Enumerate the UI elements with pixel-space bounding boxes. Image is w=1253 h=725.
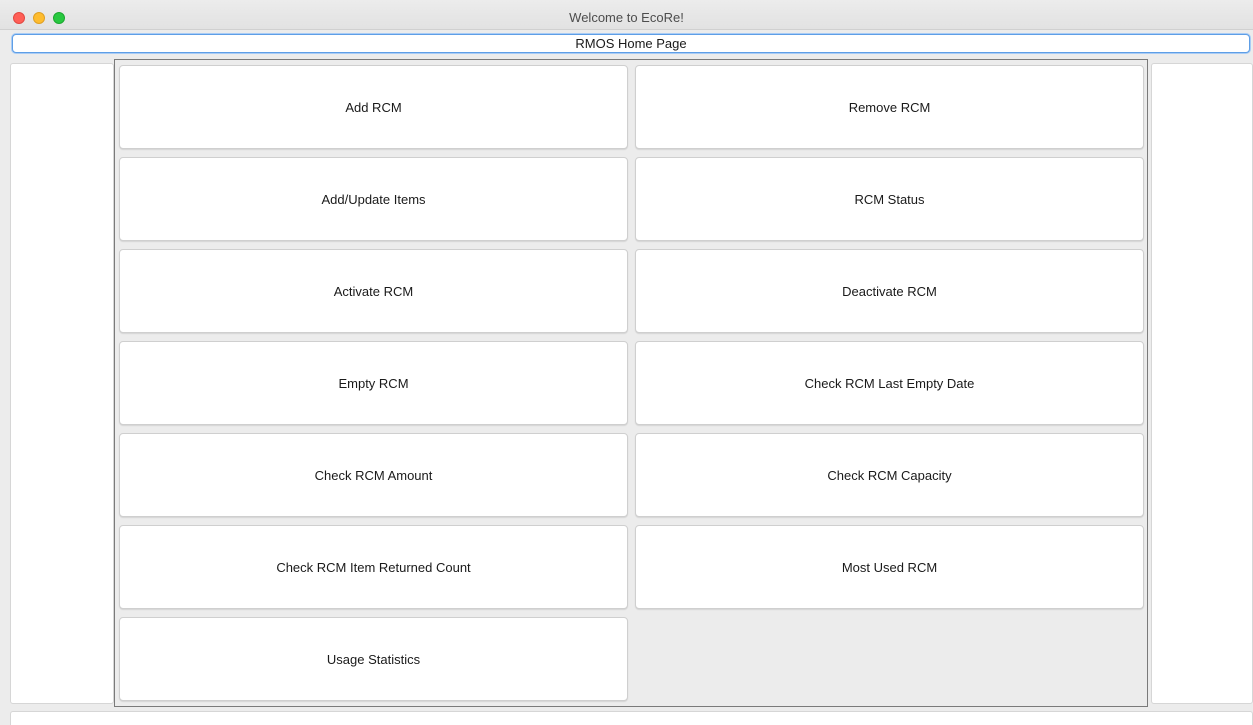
app-window: Welcome to EcoRe! RMOS Home Page Add RCM… xyxy=(0,0,1253,725)
activate-rcm-button[interactable]: Activate RCM xyxy=(119,249,628,333)
action-button-grid: Add RCM Remove RCM Add/Update Items RCM … xyxy=(114,59,1148,707)
add-rcm-button[interactable]: Add RCM xyxy=(119,65,628,149)
title-bar: Welcome to EcoRe! xyxy=(0,0,1253,30)
left-side-panel xyxy=(10,63,114,704)
rcm-status-button[interactable]: RCM Status xyxy=(635,157,1144,241)
most-used-rcm-button[interactable]: Most Used RCM xyxy=(635,525,1144,609)
empty-rcm-button[interactable]: Empty RCM xyxy=(119,341,628,425)
check-rcm-last-empty-date-button[interactable]: Check RCM Last Empty Date xyxy=(635,341,1144,425)
check-rcm-amount-button[interactable]: Check RCM Amount xyxy=(119,433,628,517)
bottom-panel xyxy=(10,711,1253,725)
right-side-panel xyxy=(1151,63,1253,704)
add-update-items-button[interactable]: Add/Update Items xyxy=(119,157,628,241)
deactivate-rcm-button[interactable]: Deactivate RCM xyxy=(635,249,1144,333)
remove-rcm-button[interactable]: Remove RCM xyxy=(635,65,1144,149)
check-rcm-item-returned-count-button[interactable]: Check RCM Item Returned Count xyxy=(119,525,628,609)
rmos-home-page-button[interactable]: RMOS Home Page xyxy=(12,34,1250,53)
window-title: Welcome to EcoRe! xyxy=(569,10,684,25)
check-rcm-capacity-button[interactable]: Check RCM Capacity xyxy=(635,433,1144,517)
usage-statistics-button[interactable]: Usage Statistics xyxy=(119,617,628,701)
